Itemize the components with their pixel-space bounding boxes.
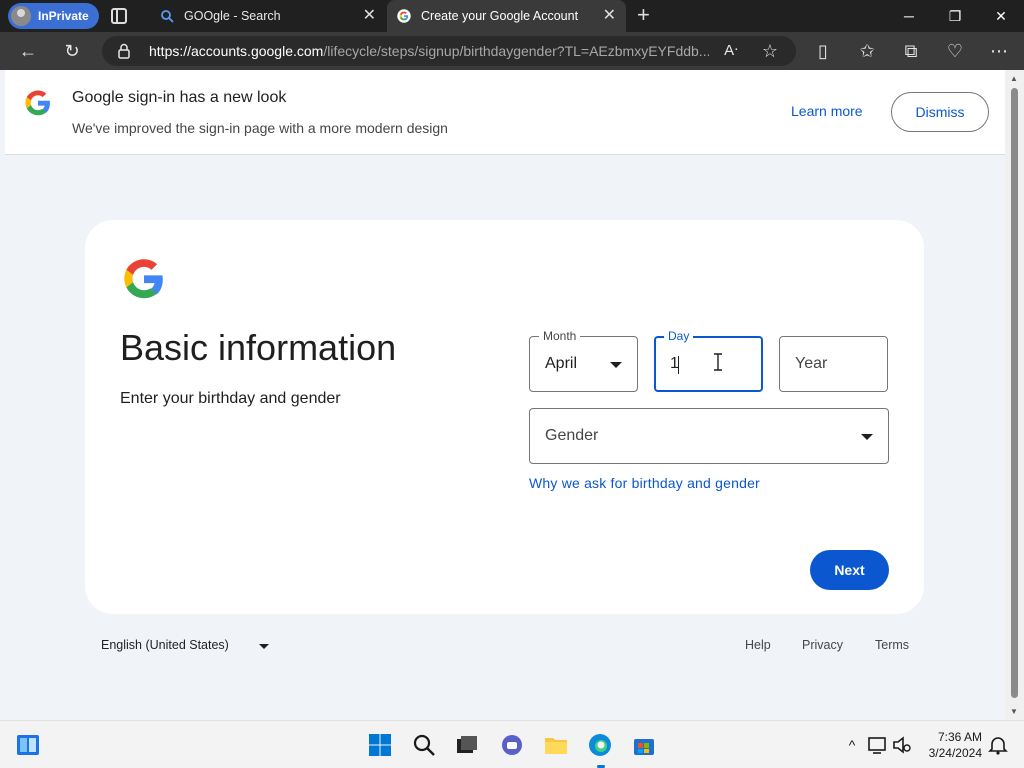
scroll-thumb[interactable]: [1011, 88, 1018, 698]
next-button[interactable]: Next: [810, 550, 889, 590]
month-value: April: [545, 355, 578, 372]
year-input[interactable]: Year: [779, 336, 888, 392]
tab-actions-icon[interactable]: [111, 8, 127, 24]
read-aloud-icon[interactable]: Aᐧ: [720, 40, 742, 62]
privacy-link[interactable]: Privacy: [802, 638, 843, 652]
address-bar[interactable]: https://accounts.google.com/lifecycle/st…: [102, 36, 796, 66]
dismiss-button[interactable]: Dismiss: [891, 92, 989, 132]
close-tab-icon[interactable]: ✕: [603, 0, 616, 32]
google-logo-icon: [124, 259, 163, 299]
page-subtitle: Enter your birthday and gender: [120, 390, 341, 407]
close-window-icon[interactable]: ✕: [978, 0, 1024, 32]
restore-icon[interactable]: ❐: [932, 0, 978, 32]
start-windows-icon[interactable]: [368, 733, 392, 757]
search-icon: [161, 10, 174, 23]
language-select[interactable]: English (United States): [101, 638, 229, 652]
chevron-down-icon: [610, 362, 622, 368]
profile-avatar-icon: [11, 6, 31, 26]
year-placeholder: Year: [795, 355, 828, 372]
back-arrow-icon[interactable]: ←: [17, 40, 39, 62]
taskbar: ^ 7:36 AM 3/24/2024: [0, 720, 1024, 768]
scroll-down-icon[interactable]: ▼: [1010, 707, 1018, 716]
inprivate-badge[interactable]: InPrivate: [8, 3, 99, 29]
inprivate-label: InPrivate: [38, 9, 89, 23]
network-icon[interactable]: [866, 733, 890, 757]
month-select[interactable]: Month April: [529, 328, 638, 392]
store-icon[interactable]: [632, 733, 656, 757]
gender-placeholder: Gender: [545, 427, 599, 444]
tab-label: GOOgle - Search: [184, 9, 281, 23]
show-hidden-icons-icon[interactable]: ^: [840, 733, 864, 757]
split-screen-icon[interactable]: ▯: [812, 40, 834, 62]
volume-muted-icon[interactable]: [890, 733, 914, 757]
edge-browser-icon[interactable]: [588, 733, 612, 757]
google-favicon-icon: [397, 9, 411, 23]
collections-icon[interactable]: ⧉: [900, 40, 922, 62]
tab-label: Create your Google Account: [421, 9, 579, 23]
more-menu-icon[interactable]: ⋯: [988, 40, 1010, 62]
day-input[interactable]: Day 1: [654, 328, 763, 392]
chevron-down-icon: [861, 434, 873, 440]
browser-titlebar: InPrivate GOOgle - Search ✕ Create your …: [0, 0, 1024, 32]
terms-link[interactable]: Terms: [875, 638, 909, 652]
favorites-icon[interactable]: ✩: [856, 40, 878, 62]
favorite-star-icon[interactable]: ☆: [759, 40, 781, 62]
browser-toolbar: ← ↻ https://accounts.google.com/lifecycl…: [0, 32, 1024, 70]
banner-subtitle: We've improved the sign-in page with a m…: [72, 120, 448, 136]
signup-card: Basic information Enter your birthday an…: [85, 220, 924, 614]
google-g-icon: [25, 90, 50, 116]
clock[interactable]: 7:36 AM 3/24/2024: [920, 729, 982, 761]
page-title: Basic information: [120, 327, 397, 368]
search-icon[interactable]: [412, 733, 436, 757]
url-text[interactable]: https://accounts.google.com/lifecycle/st…: [149, 36, 709, 66]
minimize-icon[interactable]: ─: [886, 0, 932, 32]
gender-select[interactable]: Gender: [529, 408, 889, 464]
lock-icon[interactable]: [118, 43, 130, 59]
ibeam-cursor-icon: [714, 353, 722, 371]
tab-google-search[interactable]: GOOgle - Search ✕: [150, 0, 386, 32]
help-link[interactable]: Help: [745, 638, 771, 652]
close-tab-icon[interactable]: ✕: [363, 0, 376, 32]
refresh-icon[interactable]: ↻: [61, 40, 83, 62]
page-scrollbar[interactable]: ▲ ▼: [1005, 70, 1024, 720]
text-cursor: [678, 356, 679, 374]
url-host: https://accounts.google.com: [149, 43, 324, 59]
banner-title: Google sign-in has a new look: [72, 89, 287, 106]
chevron-down-icon[interactable]: [259, 644, 269, 649]
browser-essentials-icon[interactable]: ♡: [944, 40, 966, 62]
teams-chat-icon[interactable]: [500, 733, 524, 757]
task-view-icon[interactable]: [455, 733, 479, 757]
clock-time: 7:36 AM: [937, 730, 982, 744]
tab-create-account[interactable]: Create your Google Account ✕: [387, 0, 626, 32]
notification-bell-icon[interactable]: [986, 733, 1010, 757]
signin-banner: Google sign-in has a new look We've impr…: [5, 70, 1005, 155]
widgets-icon[interactable]: [16, 733, 40, 757]
url-path: /lifecycle/steps/signup/birthdaygender?T…: [323, 43, 709, 59]
new-tab-icon[interactable]: +: [637, 2, 650, 28]
clock-date: 3/24/2024: [928, 746, 982, 760]
learn-more-link[interactable]: Learn more: [791, 103, 863, 119]
file-explorer-icon[interactable]: [544, 733, 568, 757]
why-birthday-link[interactable]: Why we ask for birthday and gender: [529, 475, 760, 491]
scroll-up-icon[interactable]: ▲: [1010, 74, 1018, 83]
